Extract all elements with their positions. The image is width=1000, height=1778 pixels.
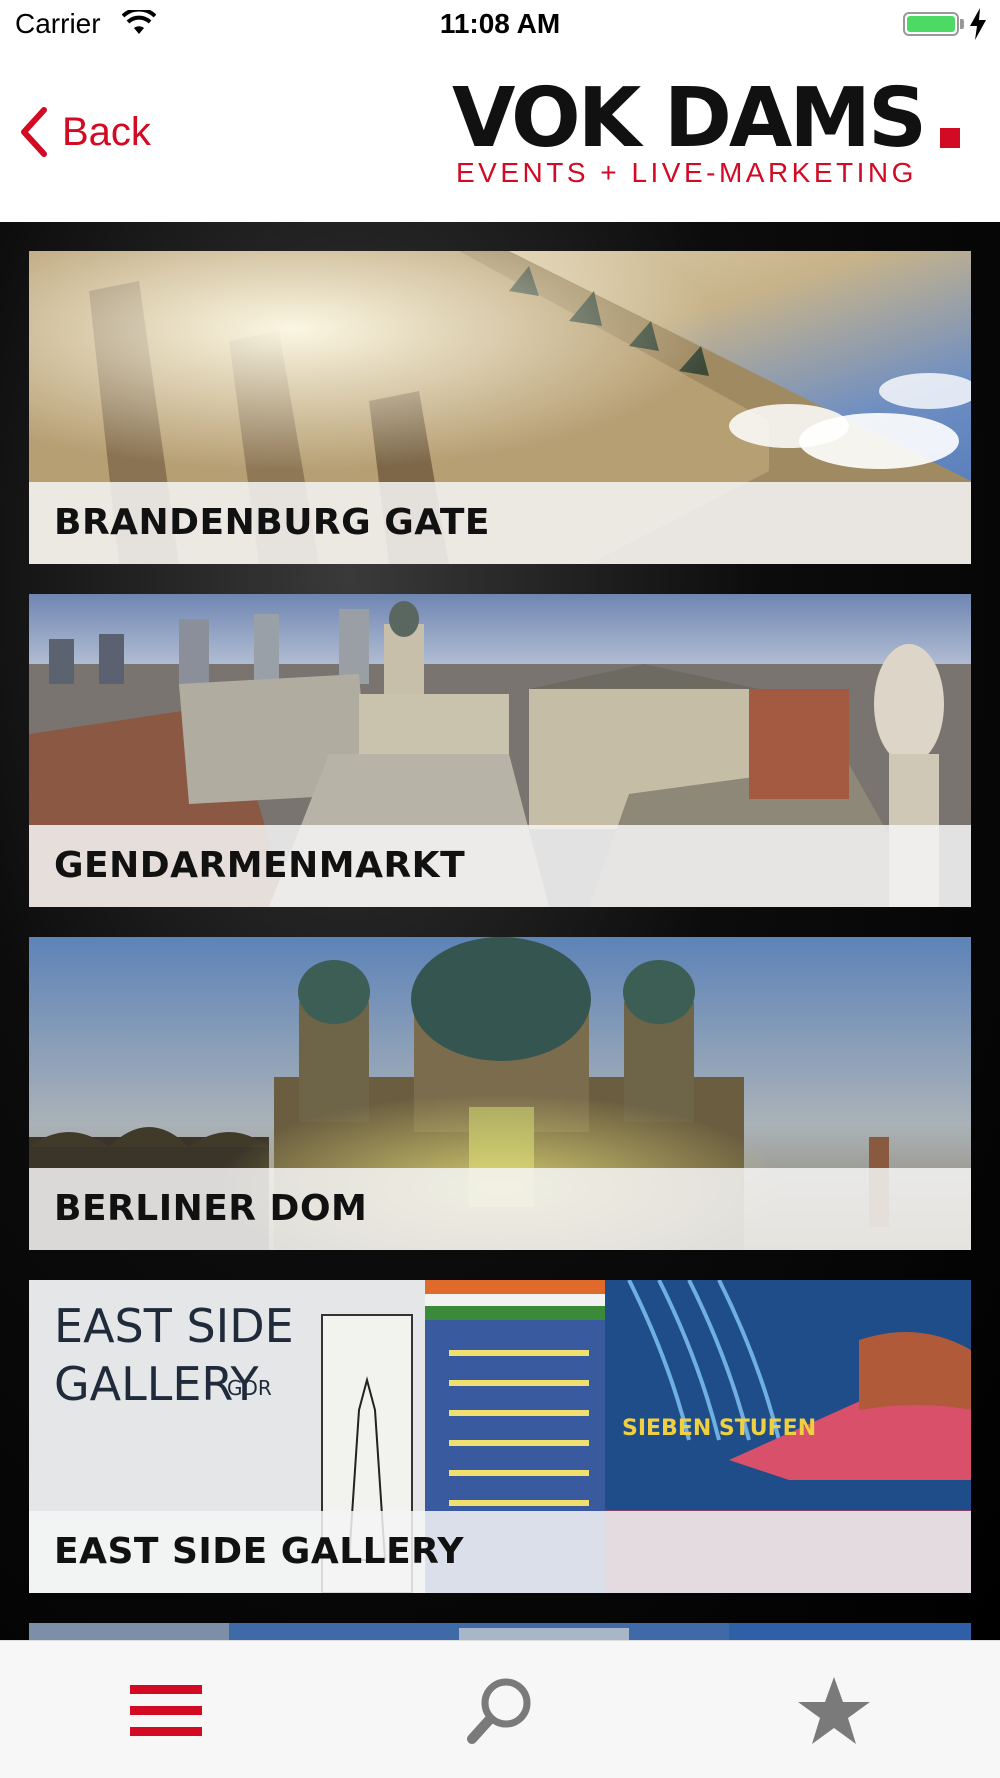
star-icon xyxy=(798,1677,870,1744)
back-label: Back xyxy=(62,109,151,154)
mural-text: SIEBEN STUFEN xyxy=(622,1416,816,1441)
places-list[interactable]: BRANDENBURG GATE GENDARMENMARKT BERLINER… xyxy=(0,222,1000,1640)
list-item-berliner-dom[interactable]: BERLINER DOM xyxy=(29,937,971,1250)
caption-bar: GENDARMENMARKT xyxy=(29,825,971,907)
tab-favorites[interactable] xyxy=(794,1675,874,1747)
navigation-bar: Back VOK DAMS EVENTS + LIVE-MARKETING xyxy=(0,50,1000,222)
place-title: EAST SIDE GALLERY xyxy=(54,1531,465,1572)
search-icon xyxy=(467,1678,531,1744)
logo-dot xyxy=(940,128,960,148)
status-bar: Carrier 11:08 AM xyxy=(0,0,1000,50)
back-button[interactable]: Back xyxy=(18,106,151,158)
sign-small: GDR xyxy=(227,1376,272,1400)
charging-bolt-icon xyxy=(970,8,986,40)
place-title: GENDARMENMARKT xyxy=(54,845,466,886)
tab-search[interactable] xyxy=(460,1675,540,1747)
place-title: BRANDENBURG GATE xyxy=(54,502,490,543)
logo-wordmark: VOK DAMS xyxy=(452,71,927,166)
sign-line-1: EAST SIDE xyxy=(54,1299,294,1353)
tab-bar xyxy=(0,1640,1000,1778)
caption-bar: BRANDENBURG GATE xyxy=(29,482,971,564)
list-item-brandenburg-gate[interactable]: BRANDENBURG GATE xyxy=(29,251,971,564)
logo-tagline: EVENTS + LIVE-MARKETING xyxy=(456,157,917,188)
chevron-left-icon xyxy=(21,107,47,157)
caption-bar: EAST SIDE GALLERY xyxy=(29,1511,971,1593)
caption-bar: BERLINER DOM xyxy=(29,1168,971,1250)
tab-menu[interactable] xyxy=(126,1675,206,1747)
vok-dams-logo: VOK DAMS EVENTS + LIVE-MARKETING xyxy=(452,78,962,188)
list-item-partial[interactable] xyxy=(29,1623,971,1640)
battery-full-charging-icon xyxy=(903,12,959,36)
status-time: 11:08 AM xyxy=(439,8,561,39)
battery-tip xyxy=(960,19,964,29)
list-item-gendarmenmarkt[interactable]: GENDARMENMARKT xyxy=(29,594,971,907)
menu-icon xyxy=(130,1685,202,1736)
list-item-east-side-gallery[interactable]: EAST SIDE GALLERY GDR SIEBEN STUFEN EAST… xyxy=(29,1280,971,1593)
partial-photo xyxy=(29,1623,971,1640)
place-title: BERLINER DOM xyxy=(54,1188,368,1229)
